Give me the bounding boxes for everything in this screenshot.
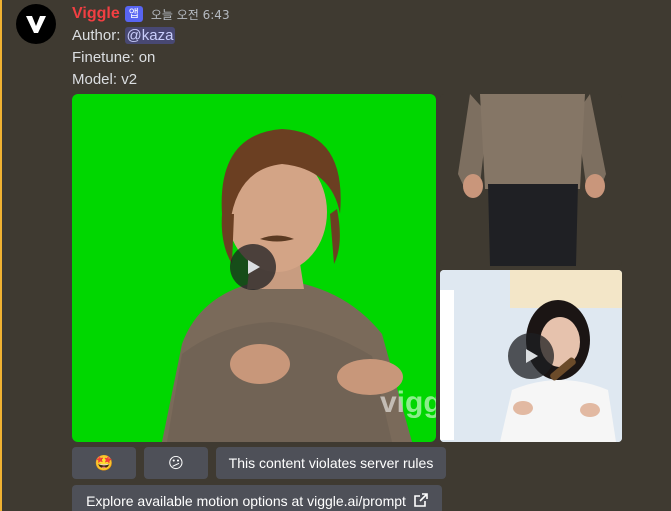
star-struck-emoji-icon: 🤩 xyxy=(94,455,114,472)
reaction-button-star-struck[interactable]: 🤩 xyxy=(72,447,136,479)
report-content-button[interactable]: This content violates server rules xyxy=(216,447,446,479)
viggle-logo-icon xyxy=(26,16,46,33)
finetune-line: Finetune: on xyxy=(72,49,156,66)
viggle-avatar[interactable] xyxy=(16,4,56,44)
timestamp[interactable]: 오늘 오전 6:43 xyxy=(151,6,230,23)
message-highlight-bar xyxy=(0,0,2,511)
external-link-icon xyxy=(414,492,428,510)
author-line: Author: @kaza xyxy=(72,27,176,44)
play-button-bottom-right[interactable] xyxy=(508,333,554,379)
username[interactable]: Viggle xyxy=(72,5,120,23)
confused-emoji-icon: 😕 xyxy=(168,455,184,472)
author-label: Author: xyxy=(72,27,125,44)
reaction-button-confused[interactable]: 😕 xyxy=(144,447,208,479)
message-header: Viggle 앱 오늘 오전 6:43 xyxy=(72,4,230,24)
report-content-label: This content violates server rules xyxy=(228,455,434,471)
video-attachment-main[interactable]: vigg xyxy=(72,94,436,442)
play-icon xyxy=(526,349,538,363)
model-line: Model: v2 xyxy=(72,71,138,88)
explore-motion-label: Explore available motion options at vigg… xyxy=(86,493,406,509)
explore-motion-link-button[interactable]: Explore available motion options at vigg… xyxy=(72,485,442,511)
app-badge: 앱 xyxy=(124,6,143,22)
play-button-main[interactable] xyxy=(230,244,276,290)
watermark-text: vigg xyxy=(380,386,436,419)
man-shirt-image xyxy=(458,94,606,266)
image-attachment-top-right[interactable] xyxy=(440,94,622,266)
author-mention[interactable]: @kaza xyxy=(124,27,176,44)
play-icon xyxy=(248,260,260,274)
video-attachment-bottom-right[interactable] xyxy=(440,270,622,442)
